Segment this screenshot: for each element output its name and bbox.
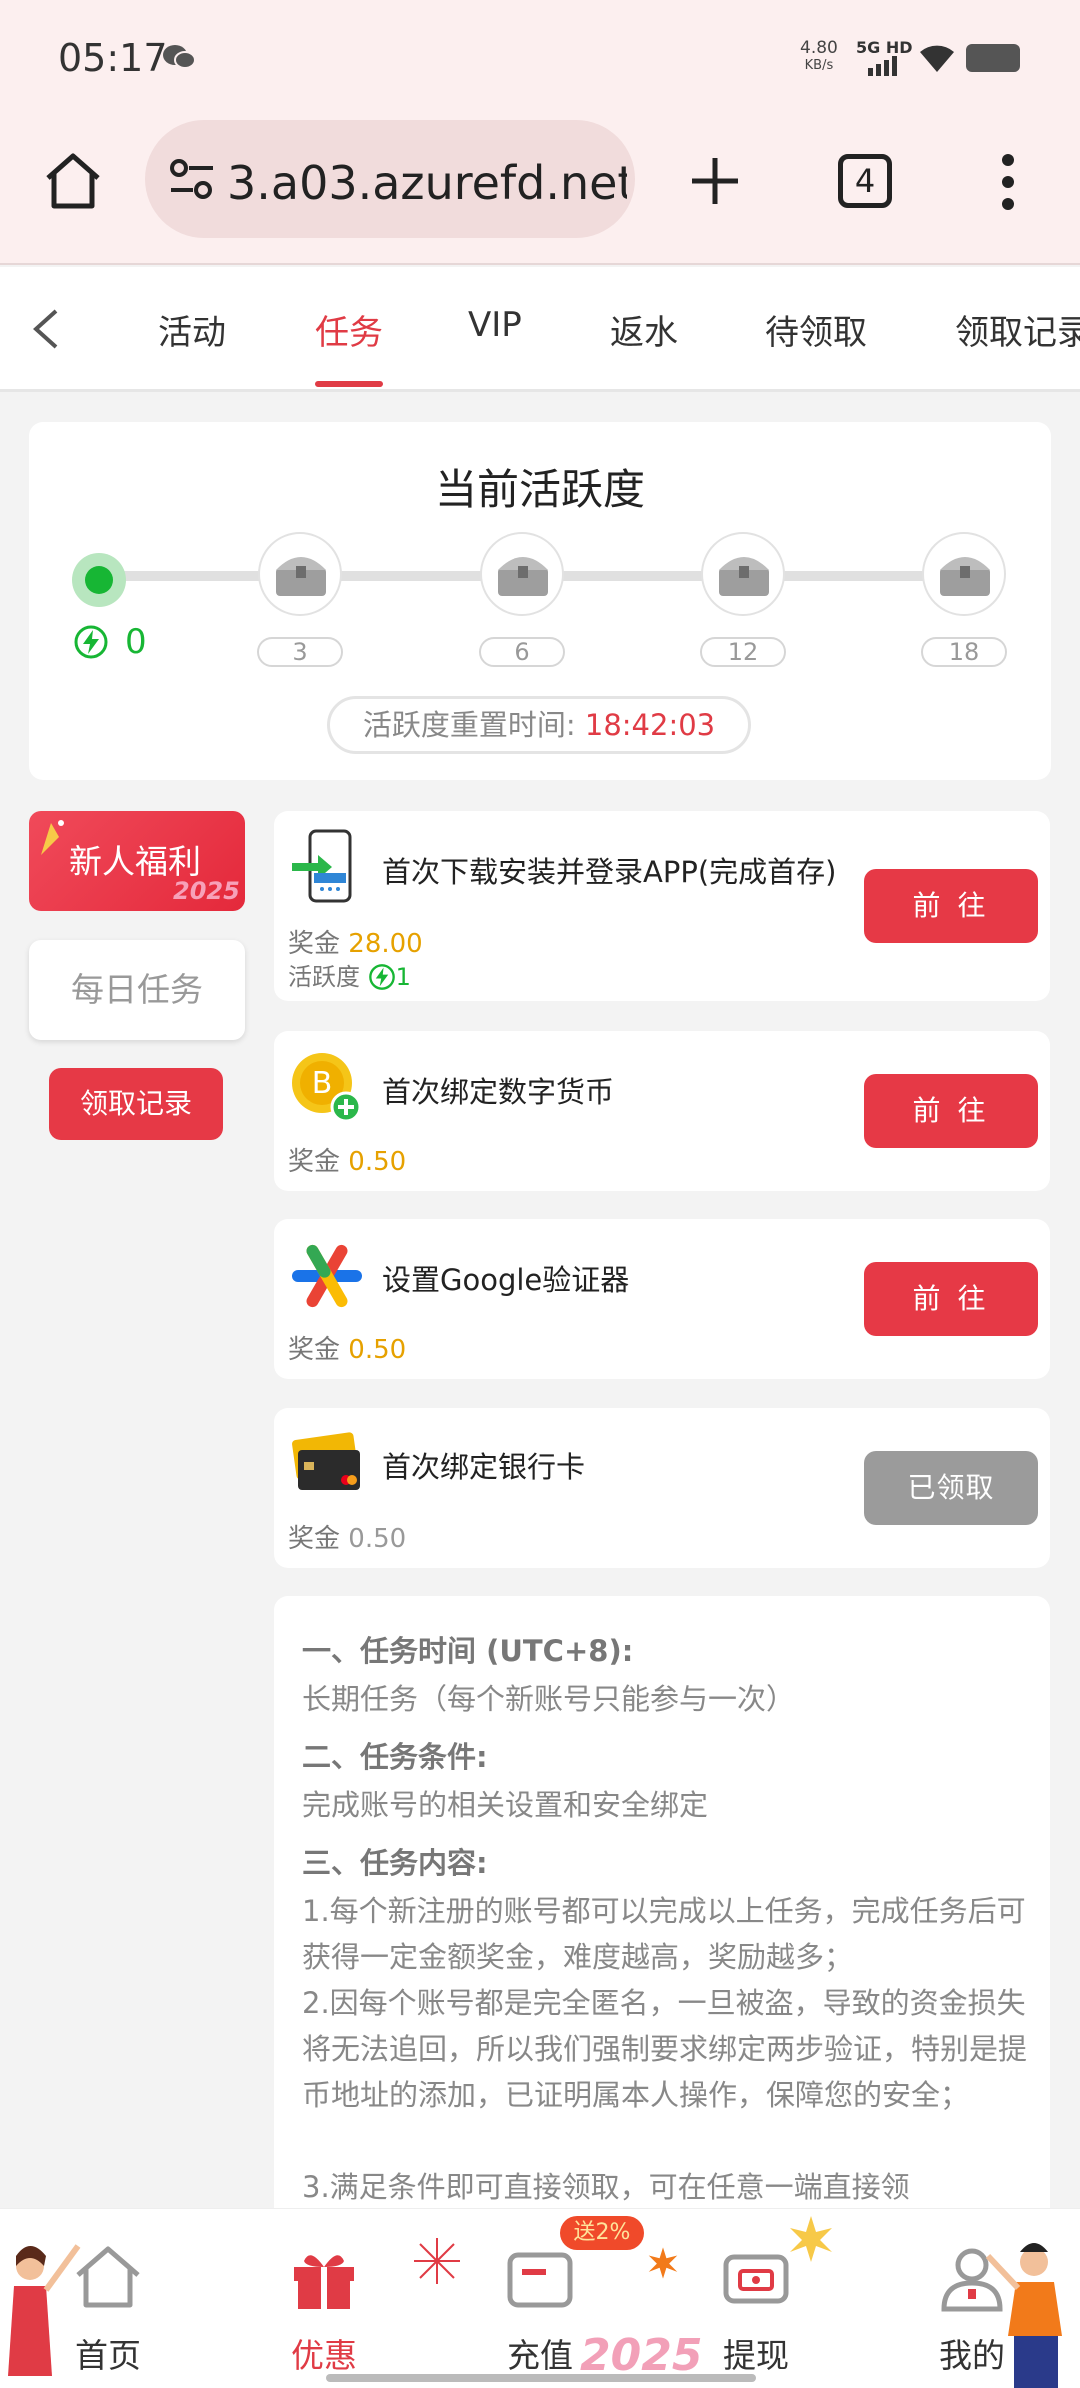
firework-icon [414, 2238, 460, 2284]
firework-icon [648, 2247, 678, 2279]
chest-icon[interactable] [701, 532, 785, 616]
browser-toolbar: 3.a03.azurefd.net 4 [0, 110, 1080, 265]
task-card: 设置Google验证器 奖金 0.50 前 往 [274, 1219, 1050, 1379]
status-bar: 05:17 4.80 KB/s 5G HD [0, 0, 1080, 110]
activity-title: 当前活跃度 [434, 465, 645, 514]
signal-label: 5G HD [856, 38, 913, 57]
newbie-benefits-tab[interactable]: 新人福利 2025 [29, 811, 245, 911]
daily-tasks-tab[interactable]: 每日任务 [29, 940, 245, 1040]
activity-card: 当前活跃度 0 3 6 12 18 活跃度重置时间: 18:42:03 [29, 422, 1051, 780]
go-button[interactable]: 前 往 [864, 869, 1038, 943]
task-reward: 奖金 28.00 [288, 929, 423, 959]
claim-history-button[interactable]: 领取记录 [49, 1068, 223, 1140]
rules-heading: 一、任务时间 (UTC+8): [302, 1634, 634, 1668]
go-button[interactable]: 前 往 [864, 1074, 1038, 1148]
site-settings-icon[interactable] [169, 158, 215, 200]
bolt-icon [368, 964, 395, 990]
tabs-icon[interactable]: 4 [838, 154, 892, 208]
tab-vip[interactable]: VIP [468, 305, 522, 345]
chest-icon[interactable] [480, 532, 564, 616]
task-name: 首次下载安装并登录APP(完成首存) [382, 855, 837, 889]
bottom-nav: 首页 优惠 充值 提现 我的 [0, 2208, 1080, 2388]
chest-icon[interactable] [258, 532, 342, 616]
party-popper-icon [41, 820, 64, 855]
milestone-label: 18 [921, 637, 1007, 667]
progress-start-dot [72, 553, 126, 607]
gesture-bar [326, 2374, 756, 2382]
signal-icon [868, 56, 897, 76]
milestone-label: 3 [257, 637, 343, 667]
wifi-icon [920, 45, 954, 72]
nav-tabs: 活动 任务 VIP 返水 待领取 领取记录 [0, 267, 1080, 392]
wallet-icon[interactable] [502, 2239, 578, 2315]
gift-icon[interactable] [286, 2239, 362, 2315]
tab-tasks[interactable]: 任务 [315, 305, 383, 354]
celebration-figure-icon [8, 2244, 81, 2376]
withdraw-icon[interactable] [718, 2239, 794, 2315]
rules-heading: 二、任务条件: [302, 1740, 488, 1774]
url-text[interactable]: 3.a03.azurefd.net [227, 156, 627, 210]
address-bar[interactable]: 3.a03.azurefd.net [145, 120, 635, 238]
active-tab-indicator [315, 381, 383, 387]
rules-text: 3.满足条件即可直接领取，可在任意一端直接领 [302, 2170, 910, 2204]
claimed-button[interactable]: 已领取 [864, 1451, 1038, 1525]
activity-score: 0 [125, 622, 147, 662]
task-reward: 奖金 0.50 [288, 1147, 407, 1177]
back-icon[interactable] [28, 307, 64, 351]
task-card: B 首次绑定数字货币 奖金 0.50 前 往 [274, 1031, 1050, 1191]
menu-icon[interactable] [996, 152, 1020, 212]
rules-text: 完成账号的相关设置和安全绑定 [302, 1788, 709, 1822]
nav-withdraw[interactable]: 提现 [696, 2329, 816, 2377]
rules-text: 2.因每个账号都是完全匿名，一旦被盗，导致的资金损失将无法追回，所以我们强制要求… [302, 1986, 1028, 2112]
task-reward: 奖金 0.50 [288, 1335, 407, 1365]
milestone-label: 6 [479, 637, 565, 667]
bitcoin-icon: B [292, 1053, 362, 1123]
svg-text:B: B [312, 1066, 333, 1101]
tab-pending[interactable]: 待领取 [765, 305, 867, 354]
tab-claim-history[interactable]: 领取记录 [955, 305, 1080, 354]
task-card: 首次绑定银行卡 奖金 0.50 已领取 [274, 1408, 1050, 1568]
tab-activity[interactable]: 活动 [158, 305, 226, 354]
battery-icon [966, 44, 1020, 72]
go-button[interactable]: 前 往 [864, 1262, 1038, 1336]
deposit-bonus-badge: 送2% [560, 2216, 644, 2250]
new-tab-icon[interactable] [688, 154, 742, 208]
celebration-figure-icon [985, 2243, 1062, 2388]
nav-promotions[interactable]: 优惠 [264, 2329, 384, 2377]
status-time: 05:17 [58, 36, 168, 80]
home-icon[interactable] [40, 148, 106, 214]
reset-time: 18:42:03 [584, 708, 716, 742]
task-reward: 奖金 0.50 [288, 1524, 407, 1554]
rules-text: 长期任务（每个新账号只能参与一次） [302, 1682, 796, 1716]
task-card: 首次下载安装并登录APP(完成首存) 奖金 28.00 活跃度 1 前 往 [274, 811, 1050, 1001]
task-name: 设置Google验证器 [382, 1263, 630, 1297]
task-name: 首次绑定银行卡 [382, 1450, 586, 1484]
google-authenticator-icon [292, 1244, 362, 1308]
bank-card-icon [292, 1432, 360, 1490]
task-rules: 一、任务时间 (UTC+8): 长期任务（每个新账号只能参与一次） 二、任务条件… [274, 1596, 1050, 2236]
firework-icon [790, 2216, 832, 2262]
phone-download-icon [292, 829, 352, 903]
tab-rebate[interactable]: 返水 [610, 305, 678, 354]
task-name: 首次绑定数字货币 [382, 1075, 615, 1109]
wechat-icon [163, 45, 196, 69]
rules-text: 1.每个新注册的账号都可以完成以上任务，完成任务后可获得一定金额奖金，难度越高，… [302, 1894, 1026, 1974]
rules-heading: 三、任务内容: [302, 1846, 488, 1880]
chest-icon[interactable] [922, 532, 1006, 616]
task-activity-score: 活跃度 1 [288, 963, 411, 991]
bolt-icon [74, 625, 108, 659]
milestone-label: 12 [700, 637, 786, 667]
reset-time-pill: 活跃度重置时间: 18:42:03 [327, 696, 751, 754]
net-speed: 4.80 KB/s [800, 38, 838, 74]
